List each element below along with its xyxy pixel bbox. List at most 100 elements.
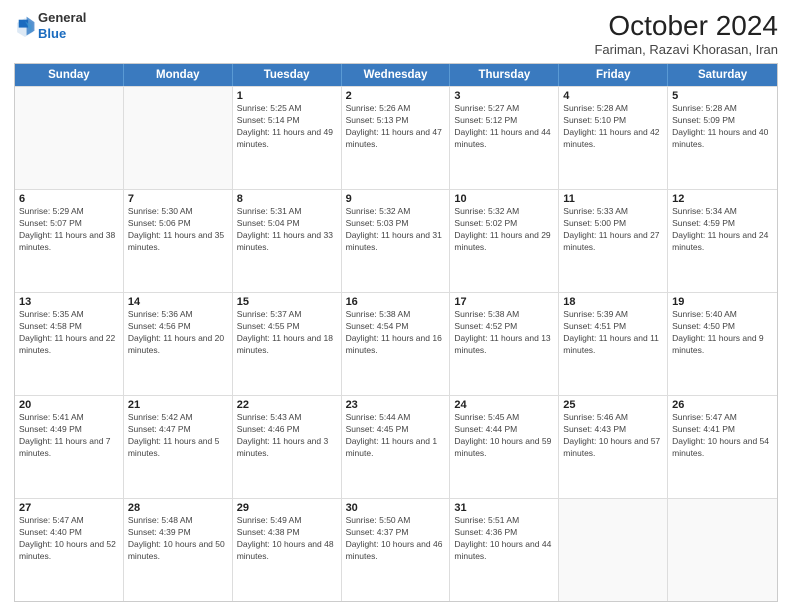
day-info: Sunrise: 5:30 AMSunset: 5:06 PMDaylight:… — [128, 206, 228, 254]
day-number: 14 — [128, 296, 228, 308]
day-number: 13 — [19, 296, 119, 308]
day-number: 30 — [346, 502, 446, 514]
calendar-row-2: 13Sunrise: 5:35 AMSunset: 4:58 PMDayligh… — [15, 292, 777, 395]
day-info: Sunrise: 5:47 AMSunset: 4:40 PMDaylight:… — [19, 515, 119, 563]
calendar-cell: 20Sunrise: 5:41 AMSunset: 4:49 PMDayligh… — [15, 396, 124, 498]
day-info: Sunrise: 5:38 AMSunset: 4:54 PMDaylight:… — [346, 309, 446, 357]
calendar-cell: 23Sunrise: 5:44 AMSunset: 4:45 PMDayligh… — [342, 396, 451, 498]
weekday-header-friday: Friday — [559, 64, 668, 86]
calendar-cell: 31Sunrise: 5:51 AMSunset: 4:36 PMDayligh… — [450, 499, 559, 601]
day-info: Sunrise: 5:35 AMSunset: 4:58 PMDaylight:… — [19, 309, 119, 357]
day-number: 19 — [672, 296, 773, 308]
day-number: 20 — [19, 399, 119, 411]
day-number: 8 — [237, 193, 337, 205]
calendar-cell: 3Sunrise: 5:27 AMSunset: 5:12 PMDaylight… — [450, 87, 559, 189]
day-info: Sunrise: 5:25 AMSunset: 5:14 PMDaylight:… — [237, 103, 337, 151]
day-number: 23 — [346, 399, 446, 411]
weekday-header-monday: Monday — [124, 64, 233, 86]
header: General Blue October 2024 Fariman, Razav… — [14, 10, 778, 57]
day-number: 21 — [128, 399, 228, 411]
calendar-cell: 26Sunrise: 5:47 AMSunset: 4:41 PMDayligh… — [668, 396, 777, 498]
day-number: 16 — [346, 296, 446, 308]
calendar-cell — [15, 87, 124, 189]
calendar-cell: 9Sunrise: 5:32 AMSunset: 5:03 PMDaylight… — [342, 190, 451, 292]
day-info: Sunrise: 5:39 AMSunset: 4:51 PMDaylight:… — [563, 309, 663, 357]
day-number: 4 — [563, 90, 663, 102]
day-number: 25 — [563, 399, 663, 411]
day-info: Sunrise: 5:29 AMSunset: 5:07 PMDaylight:… — [19, 206, 119, 254]
weekday-header-thursday: Thursday — [450, 64, 559, 86]
calendar-cell: 17Sunrise: 5:38 AMSunset: 4:52 PMDayligh… — [450, 293, 559, 395]
day-info: Sunrise: 5:46 AMSunset: 4:43 PMDaylight:… — [563, 412, 663, 460]
calendar-cell: 25Sunrise: 5:46 AMSunset: 4:43 PMDayligh… — [559, 396, 668, 498]
calendar-cell: 1Sunrise: 5:25 AMSunset: 5:14 PMDaylight… — [233, 87, 342, 189]
day-info: Sunrise: 5:28 AMSunset: 5:10 PMDaylight:… — [563, 103, 663, 151]
day-number: 5 — [672, 90, 773, 102]
day-number: 10 — [454, 193, 554, 205]
calendar-cell: 7Sunrise: 5:30 AMSunset: 5:06 PMDaylight… — [124, 190, 233, 292]
day-info: Sunrise: 5:27 AMSunset: 5:12 PMDaylight:… — [454, 103, 554, 151]
day-info: Sunrise: 5:32 AMSunset: 5:02 PMDaylight:… — [454, 206, 554, 254]
day-number: 2 — [346, 90, 446, 102]
calendar-cell: 10Sunrise: 5:32 AMSunset: 5:02 PMDayligh… — [450, 190, 559, 292]
calendar-cell — [668, 499, 777, 601]
day-number: 18 — [563, 296, 663, 308]
day-info: Sunrise: 5:32 AMSunset: 5:03 PMDaylight:… — [346, 206, 446, 254]
calendar-cell: 22Sunrise: 5:43 AMSunset: 4:46 PMDayligh… — [233, 396, 342, 498]
day-info: Sunrise: 5:26 AMSunset: 5:13 PMDaylight:… — [346, 103, 446, 151]
logo: General Blue — [14, 10, 86, 41]
calendar-body: 1Sunrise: 5:25 AMSunset: 5:14 PMDaylight… — [15, 86, 777, 601]
day-number: 3 — [454, 90, 554, 102]
calendar-cell: 28Sunrise: 5:48 AMSunset: 4:39 PMDayligh… — [124, 499, 233, 601]
day-info: Sunrise: 5:42 AMSunset: 4:47 PMDaylight:… — [128, 412, 228, 460]
calendar-cell: 14Sunrise: 5:36 AMSunset: 4:56 PMDayligh… — [124, 293, 233, 395]
day-info: Sunrise: 5:34 AMSunset: 4:59 PMDaylight:… — [672, 206, 773, 254]
day-number: 22 — [237, 399, 337, 411]
day-info: Sunrise: 5:33 AMSunset: 5:00 PMDaylight:… — [563, 206, 663, 254]
calendar-cell: 29Sunrise: 5:49 AMSunset: 4:38 PMDayligh… — [233, 499, 342, 601]
calendar-cell: 16Sunrise: 5:38 AMSunset: 4:54 PMDayligh… — [342, 293, 451, 395]
weekday-header-sunday: Sunday — [15, 64, 124, 86]
calendar-cell: 27Sunrise: 5:47 AMSunset: 4:40 PMDayligh… — [15, 499, 124, 601]
day-info: Sunrise: 5:44 AMSunset: 4:45 PMDaylight:… — [346, 412, 446, 460]
calendar-header: SundayMondayTuesdayWednesdayThursdayFrid… — [15, 64, 777, 86]
day-info: Sunrise: 5:40 AMSunset: 4:50 PMDaylight:… — [672, 309, 773, 357]
calendar-row-4: 27Sunrise: 5:47 AMSunset: 4:40 PMDayligh… — [15, 498, 777, 601]
day-info: Sunrise: 5:47 AMSunset: 4:41 PMDaylight:… — [672, 412, 773, 460]
weekday-header-saturday: Saturday — [668, 64, 777, 86]
calendar-cell: 12Sunrise: 5:34 AMSunset: 4:59 PMDayligh… — [668, 190, 777, 292]
day-info: Sunrise: 5:43 AMSunset: 4:46 PMDaylight:… — [237, 412, 337, 460]
day-number: 26 — [672, 399, 773, 411]
day-number: 15 — [237, 296, 337, 308]
calendar-cell: 2Sunrise: 5:26 AMSunset: 5:13 PMDaylight… — [342, 87, 451, 189]
day-info: Sunrise: 5:41 AMSunset: 4:49 PMDaylight:… — [19, 412, 119, 460]
calendar-cell: 6Sunrise: 5:29 AMSunset: 5:07 PMDaylight… — [15, 190, 124, 292]
day-info: Sunrise: 5:28 AMSunset: 5:09 PMDaylight:… — [672, 103, 773, 151]
calendar-row-1: 6Sunrise: 5:29 AMSunset: 5:07 PMDaylight… — [15, 189, 777, 292]
logo-icon — [14, 15, 36, 37]
logo-text: General Blue — [38, 10, 86, 41]
day-number: 1 — [237, 90, 337, 102]
calendar-cell: 15Sunrise: 5:37 AMSunset: 4:55 PMDayligh… — [233, 293, 342, 395]
day-number: 12 — [672, 193, 773, 205]
calendar-row-0: 1Sunrise: 5:25 AMSunset: 5:14 PMDaylight… — [15, 86, 777, 189]
calendar-cell: 4Sunrise: 5:28 AMSunset: 5:10 PMDaylight… — [559, 87, 668, 189]
weekday-header-wednesday: Wednesday — [342, 64, 451, 86]
page: General Blue October 2024 Fariman, Razav… — [0, 0, 792, 612]
day-info: Sunrise: 5:36 AMSunset: 4:56 PMDaylight:… — [128, 309, 228, 357]
day-info: Sunrise: 5:48 AMSunset: 4:39 PMDaylight:… — [128, 515, 228, 563]
month-title: October 2024 — [594, 10, 778, 42]
calendar-cell: 18Sunrise: 5:39 AMSunset: 4:51 PMDayligh… — [559, 293, 668, 395]
day-number: 24 — [454, 399, 554, 411]
day-number: 29 — [237, 502, 337, 514]
day-number: 31 — [454, 502, 554, 514]
day-number: 28 — [128, 502, 228, 514]
day-number: 9 — [346, 193, 446, 205]
calendar-cell — [559, 499, 668, 601]
day-info: Sunrise: 5:45 AMSunset: 4:44 PMDaylight:… — [454, 412, 554, 460]
day-number: 11 — [563, 193, 663, 205]
calendar-cell: 19Sunrise: 5:40 AMSunset: 4:50 PMDayligh… — [668, 293, 777, 395]
calendar-cell: 13Sunrise: 5:35 AMSunset: 4:58 PMDayligh… — [15, 293, 124, 395]
calendar: SundayMondayTuesdayWednesdayThursdayFrid… — [14, 63, 778, 602]
day-number: 17 — [454, 296, 554, 308]
